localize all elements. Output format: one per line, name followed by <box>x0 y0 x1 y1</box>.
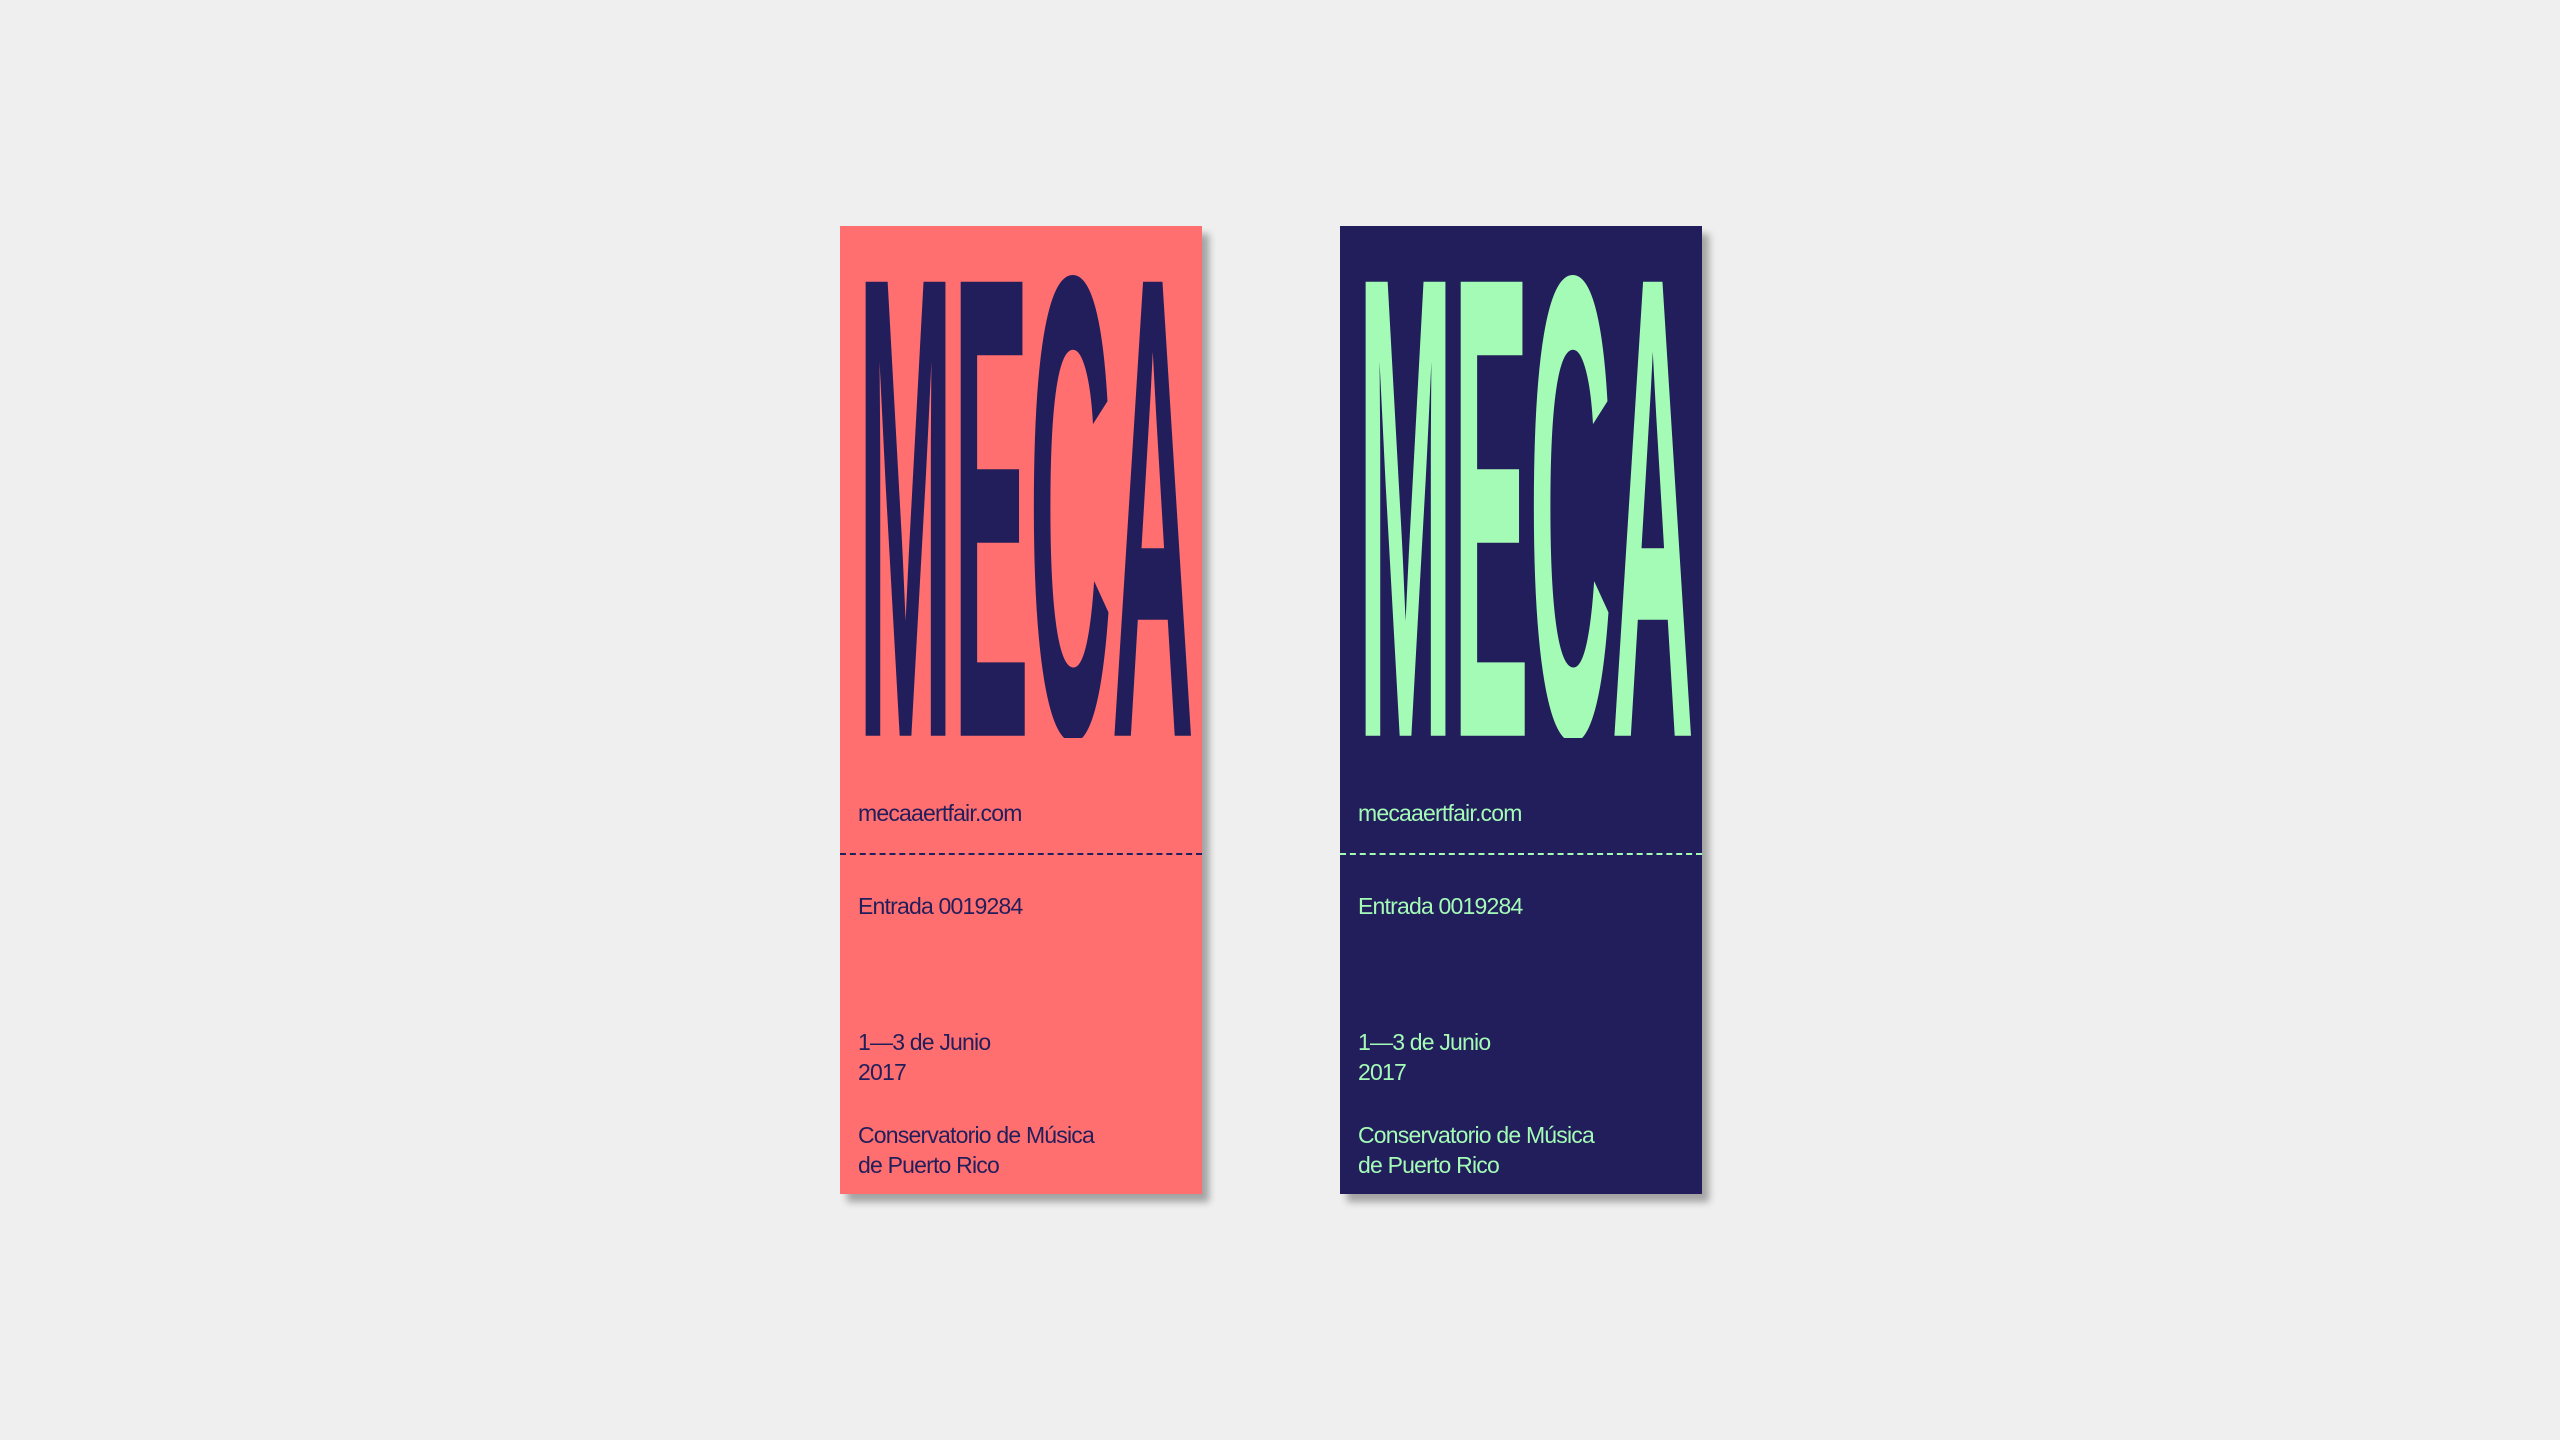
event-year: 2017 <box>858 1059 907 1085</box>
event-date: 1—3 de Junio <box>858 1029 991 1055</box>
website-url: mecaaertfair.com <box>1358 800 1522 826</box>
wordmark-text: MECA <box>858 254 1194 738</box>
meca-wordmark: MECA <box>1358 254 1694 738</box>
venue-line-2: de Puerto Rico <box>1358 1152 1500 1178</box>
website-url: mecaaertfair.com <box>858 800 1022 826</box>
perforation-line <box>840 853 1202 855</box>
venue-line-1: Conservatorio de Música <box>858 1122 1095 1148</box>
perforation-line <box>1340 853 1702 855</box>
canvas: MECA mecaaertfair.com Entrada 0019284 1—… <box>0 0 2560 1440</box>
entry-number: Entrada 0019284 <box>1358 893 1523 919</box>
meca-wordmark: MECA <box>858 254 1194 738</box>
ticket-coral: MECA mecaaertfair.com Entrada 0019284 1—… <box>840 226 1202 1194</box>
venue-line-1: Conservatorio de Música <box>1358 1122 1595 1148</box>
event-date: 1—3 de Junio <box>1358 1029 1491 1055</box>
entry-number: Entrada 0019284 <box>858 893 1023 919</box>
wordmark-text: MECA <box>1358 254 1694 738</box>
event-year: 2017 <box>1358 1059 1407 1085</box>
venue-line-2: de Puerto Rico <box>858 1152 1000 1178</box>
ticket-navy: MECA mecaaertfair.com Entrada 0019284 1—… <box>1340 226 1702 1194</box>
